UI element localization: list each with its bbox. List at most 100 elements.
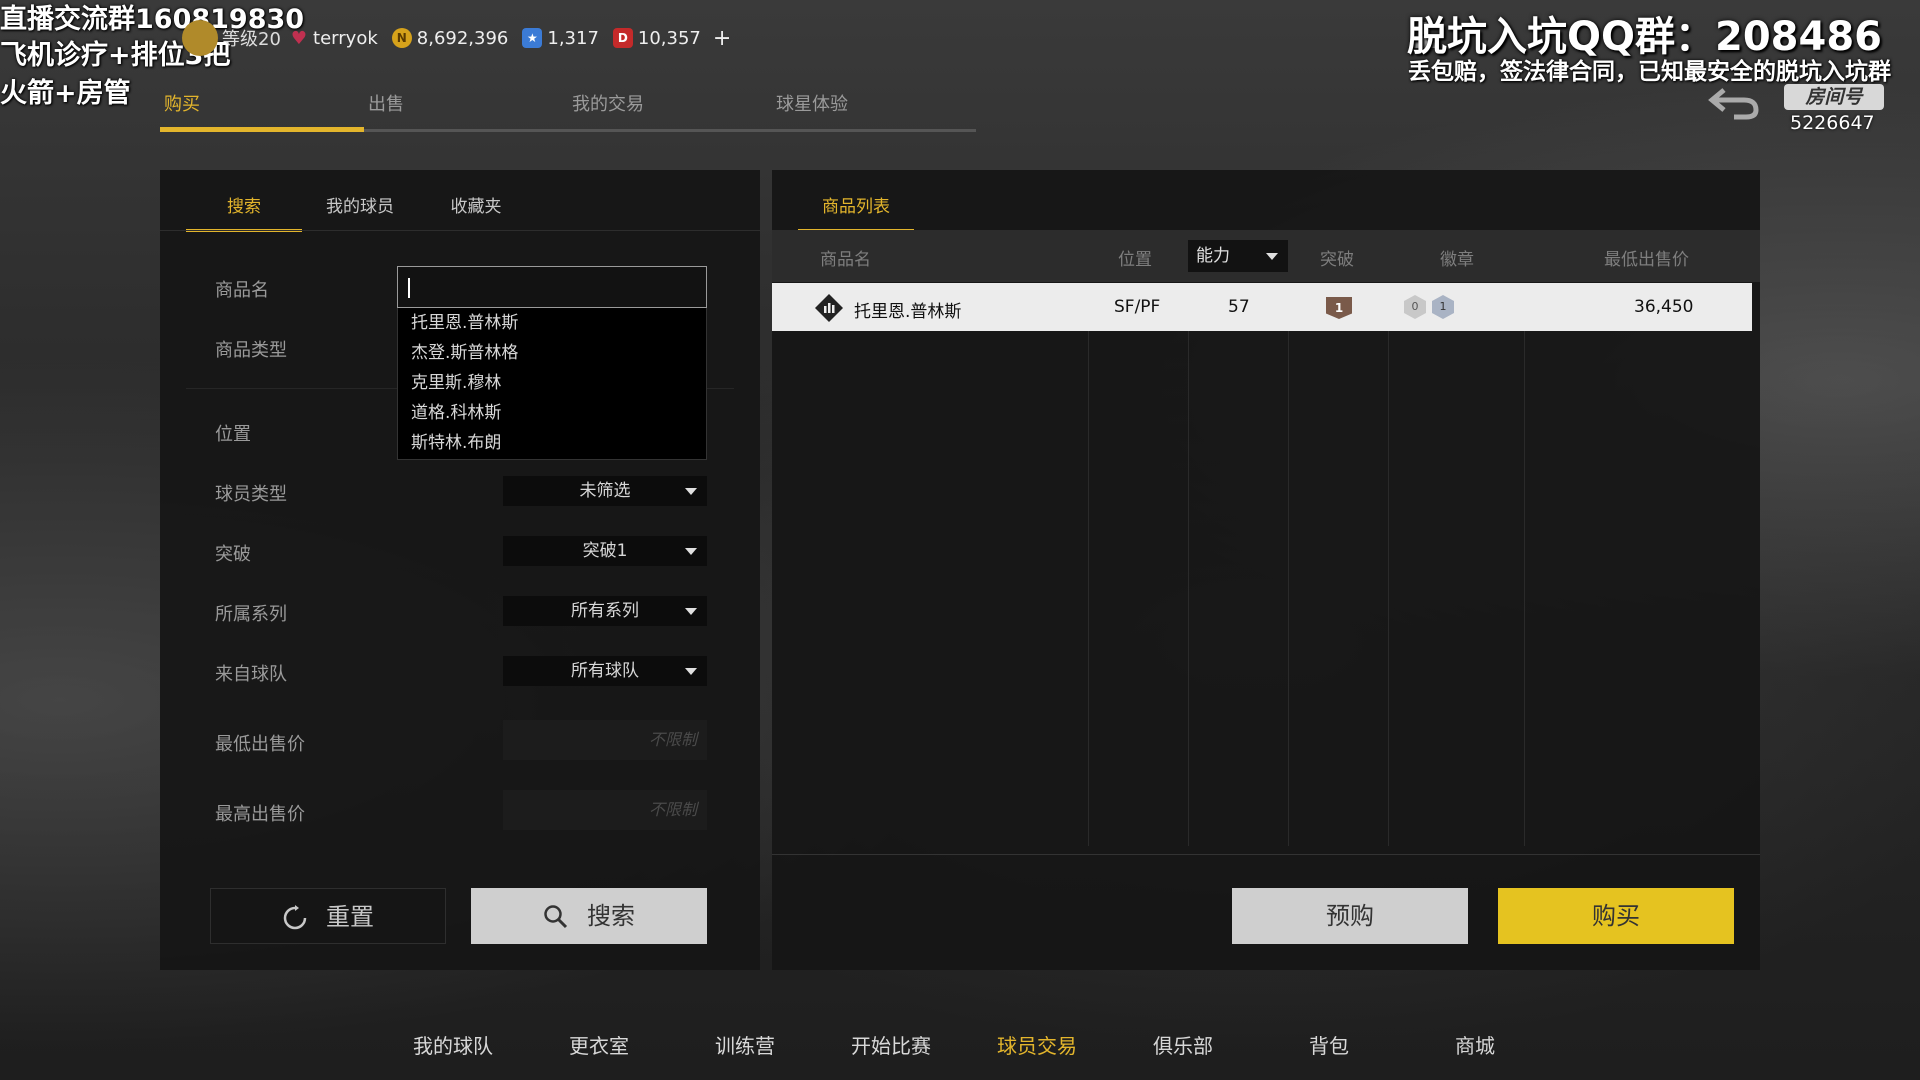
breakthrough-value: 突破1 — [582, 541, 628, 561]
row-price: 36,450 — [1634, 297, 1694, 317]
search-panel: 搜索 我的球员 收藏夹 商品名 商品类型 位置 球员类型 突破 所属系列 来自球… — [160, 170, 760, 970]
label-item-type: 商品类型 — [215, 340, 287, 361]
column-divider — [1188, 330, 1189, 846]
nav-my-team[interactable]: 我的球队 — [380, 1030, 526, 1059]
column-divider — [1088, 330, 1089, 846]
reset-icon — [283, 905, 307, 930]
col-header-badges[interactable]: 徽章 — [1440, 245, 1474, 270]
tab-buy[interactable]: 购买 — [160, 90, 364, 132]
heart-icon: ♥ — [290, 27, 308, 49]
ticket-count: 10,357 — [637, 27, 701, 49]
ability-sort-label: 能力 — [1196, 246, 1230, 266]
search-label: 搜索 — [587, 902, 635, 930]
suggestion-item[interactable]: 托里恩.普林斯 — [398, 308, 706, 338]
suggestion-dropdown: 托里恩.普林斯 杰登.斯普林格 克里斯.穆林 道格.科林斯 斯特林.布朗 — [397, 308, 707, 460]
nav-club[interactable]: 俱乐部 — [1110, 1030, 1256, 1059]
label-min-price: 最低出售价 — [215, 734, 305, 755]
suggestion-item[interactable]: 道格.科林斯 — [398, 398, 706, 428]
col-header-position[interactable]: 位置 — [1118, 245, 1152, 270]
table-row[interactable]: 托里恩.普林斯 SF/PF 57 1 0 1 36,450 — [772, 283, 1752, 331]
team-select[interactable]: 所有球队 — [503, 656, 707, 686]
column-divider — [1288, 330, 1289, 846]
coin-icon: N — [391, 28, 412, 48]
reset-label: 重置 — [326, 903, 374, 931]
badge-silver-count: 1 — [1432, 295, 1454, 319]
label-breakthrough: 突破 — [215, 544, 251, 565]
ability-sort-select[interactable]: 能力 — [1188, 240, 1288, 272]
level-badge-icon — [182, 20, 218, 56]
nav-start-game[interactable]: 开始比赛 — [818, 1030, 964, 1059]
notice-text: 丢包赔，签法律合同，已知最安全的脱坑入坑群 — [1408, 59, 1891, 85]
player-stats-bar: 等级20 ♥ terryok N 8,692,396 ★ 1,317 D 10,… — [182, 20, 731, 56]
row-position: SF/PF — [1114, 297, 1161, 317]
chevron-down-icon — [685, 608, 697, 615]
coin-count: 8,692,396 — [416, 27, 509, 49]
item-name-input[interactable] — [397, 266, 707, 308]
player-type-value: 未筛选 — [579, 481, 631, 501]
col-header-breakthrough[interactable]: 突破 — [1320, 245, 1354, 270]
label-position: 位置 — [215, 424, 251, 445]
col-header-min-price[interactable]: 最低出售价 — [1604, 245, 1689, 270]
username: terryok — [313, 27, 378, 49]
suggestion-item[interactable]: 斯特林.布朗 — [398, 428, 706, 458]
series-value: 所有系列 — [571, 601, 639, 621]
tab-star-experience[interactable]: 球星体验 — [772, 90, 976, 132]
subtab-search[interactable]: 搜索 — [186, 192, 302, 232]
column-divider — [1524, 330, 1525, 846]
player-card-icon — [815, 294, 843, 322]
buy-button[interactable]: 购买 — [1498, 888, 1734, 944]
reset-button[interactable]: 重置 — [210, 888, 446, 944]
player-type-select[interactable]: 未筛选 — [503, 476, 707, 506]
chevron-down-icon — [685, 668, 697, 675]
label-player-type: 球员类型 — [215, 484, 287, 505]
room-label: 房间号 — [1784, 84, 1884, 110]
text-caret — [408, 278, 410, 298]
min-price-input[interactable]: 不限制 — [503, 720, 707, 760]
nav-locker-room[interactable]: 更衣室 — [526, 1030, 672, 1059]
nav-shop[interactable]: 商城 — [1402, 1030, 1548, 1059]
item-list-panel: 商品列表 商品名 位置 能力 突破 徽章 最低出售价 托里恩.普林斯 SF/PF… — [772, 170, 1760, 970]
series-select[interactable]: 所有系列 — [503, 596, 707, 626]
subtab-my-players[interactable]: 我的球员 — [302, 192, 418, 232]
column-divider — [1388, 330, 1389, 846]
tab-my-trades[interactable]: 我的交易 — [568, 90, 772, 132]
label-max-price: 最高出售价 — [215, 804, 305, 825]
ticket-currency-icon: D — [612, 28, 633, 48]
search-subtabs: 搜索 我的球员 收藏夹 — [186, 192, 534, 232]
row-name: 托里恩.普林斯 — [854, 302, 962, 322]
max-price-input[interactable]: 不限制 — [503, 790, 707, 830]
chevron-down-icon — [685, 488, 697, 495]
star-count: 1,317 — [547, 27, 599, 49]
chevron-down-icon — [685, 548, 697, 555]
badge-bronze-count: 0 — [1404, 295, 1426, 319]
nav-training-camp[interactable]: 训练营 — [672, 1030, 818, 1059]
nav-backpack[interactable]: 背包 — [1256, 1030, 1402, 1059]
tab-item-list[interactable]: 商品列表 — [798, 192, 914, 232]
prebuy-button[interactable]: 预购 — [1232, 888, 1468, 944]
label-team: 来自球队 — [215, 664, 287, 685]
level-text: 等级20 — [222, 29, 281, 50]
subtab-favorites[interactable]: 收藏夹 — [418, 192, 534, 232]
divider — [772, 854, 1760, 855]
breakthrough-select[interactable]: 突破1 — [503, 536, 707, 566]
search-icon — [544, 905, 568, 929]
overlay-line-3: 火箭+房管 — [0, 78, 131, 109]
top-tabs: 购买 出售 我的交易 球星体验 — [160, 90, 976, 132]
label-series: 所属系列 — [215, 604, 287, 625]
nav-player-trade[interactable]: 球员交易 — [964, 1030, 1110, 1059]
bottom-nav: 我的球队 更衣室 训练营 开始比赛 球员交易 俱乐部 背包 商城 — [380, 1030, 1548, 1059]
suggestion-item[interactable]: 杰登.斯普林格 — [398, 338, 706, 368]
breakthrough-badge: 1 — [1326, 297, 1352, 319]
team-value: 所有球队 — [571, 661, 639, 681]
col-header-name[interactable]: 商品名 — [820, 245, 871, 270]
room-id: 5226647 — [1790, 112, 1875, 134]
add-currency-button[interactable]: + — [713, 26, 731, 51]
suggestion-item[interactable]: 克里斯.穆林 — [398, 368, 706, 398]
row-ability: 57 — [1228, 297, 1250, 317]
tab-sell[interactable]: 出售 — [364, 90, 568, 132]
label-item-name: 商品名 — [215, 280, 269, 301]
chevron-down-icon — [1266, 253, 1278, 260]
back-arrow-icon[interactable] — [1706, 84, 1760, 120]
search-button[interactable]: 搜索 — [471, 888, 707, 944]
divider — [160, 230, 760, 231]
